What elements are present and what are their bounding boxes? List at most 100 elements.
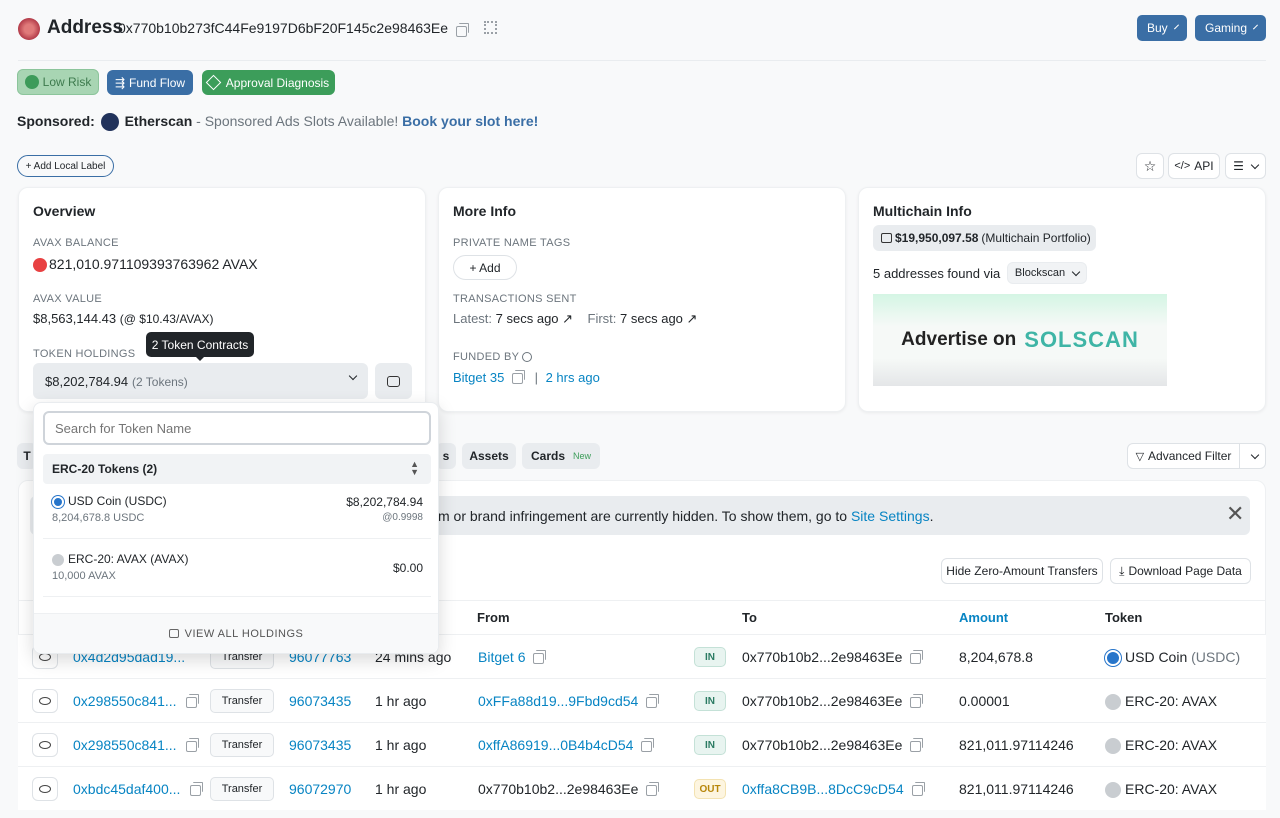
add-local-label-button[interactable]: + Add Local Label <box>17 155 114 177</box>
copy-icon[interactable] <box>186 737 200 752</box>
from-link[interactable]: Bitget 6 <box>478 649 525 665</box>
direction-badge: IN <box>694 735 726 755</box>
notice-text-wrap: m or brand infringement are currently hi… <box>438 508 933 524</box>
header-to: To <box>742 610 757 625</box>
site-settings-link[interactable]: Site Settings <box>851 508 930 524</box>
sort-icon[interactable]: ▲ ▼ <box>410 460 419 477</box>
token-holdings-view-button[interactable] <box>375 363 412 399</box>
from-link[interactable]: 0xFFa88d19...9Fbd9cd54 <box>478 693 638 709</box>
blockscan-select[interactable]: Blockscan <box>1007 262 1087 284</box>
tx-hash-link[interactable]: 0x298550c841... <box>73 737 177 753</box>
tab-assets[interactable]: Assets <box>462 443 516 469</box>
token-name-wrap: ERC-20: AVAX (AVAX) <box>52 552 188 566</box>
method-badge: Transfer <box>210 733 274 757</box>
low-risk-badge[interactable]: Low Risk <box>17 69 99 95</box>
copy-icon[interactable] <box>186 693 200 708</box>
cards-label: Cards <box>530 449 565 463</box>
copy-icon[interactable] <box>511 370 525 385</box>
tab-cards[interactable]: Cards New <box>522 443 600 469</box>
arrow-up-right-icon[interactable]: ↗ <box>687 311 698 326</box>
qr-code-icon[interactable] <box>484 21 497 34</box>
eye-icon[interactable] <box>32 733 58 757</box>
holdings-count: (2 Tokens) <box>132 375 188 389</box>
buy-button[interactable]: Buy <box>1137 15 1187 41</box>
addresses-found: 5 addresses found via <box>873 266 1001 281</box>
ad-text: Advertise on <box>901 329 1017 350</box>
coins-icon <box>168 629 179 638</box>
token-name: USD Coin (USDC) <box>68 494 167 508</box>
header-amount[interactable]: Amount <box>959 610 1008 625</box>
funded-time-link[interactable]: 2 hrs ago <box>546 370 600 385</box>
gaming-button[interactable]: Gaming <box>1195 15 1266 41</box>
token-cell[interactable]: ERC-20: AVAX <box>1105 781 1217 799</box>
book-slot-link[interactable]: Book your slot here! <box>402 113 538 129</box>
help-icon[interactable] <box>522 352 533 363</box>
approval-diagnosis-button[interactable]: Approval Diagnosis <box>202 70 335 95</box>
first-value[interactable]: 7 secs ago <box>620 311 683 326</box>
table-row: 0x298550c841... Transfer 96073435 1 hr a… <box>18 722 1266 766</box>
eye-icon[interactable] <box>32 777 58 801</box>
sponsored-text: - Sponsored Ads Slots Available! <box>196 113 399 129</box>
solscan-ad-banner[interactable]: Advertise on SOLSCAN <box>873 294 1167 386</box>
token-cell[interactable]: ERC-20: AVAX <box>1105 693 1217 711</box>
tx-hash-link[interactable]: 0x298550c841... <box>73 693 177 709</box>
multichain-title: Multichain Info <box>873 203 972 219</box>
token-item-avax[interactable]: ERC-20: AVAX (AVAX) 10,000 AVAX $0.00 <box>43 545 431 597</box>
eye-icon[interactable] <box>32 689 58 713</box>
close-icon[interactable]: ✕ <box>1226 503 1244 525</box>
copy-icon[interactable] <box>646 781 660 796</box>
more-options-button[interactable]: ☰ <box>1225 153 1266 179</box>
token-item-usdc[interactable]: USD Coin (USDC) 8,204,678.8 USDC $8,202,… <box>43 487 431 539</box>
value-rate: (@ $10.43/AVAX) <box>119 312 214 326</box>
copy-address-icon[interactable] <box>456 23 469 38</box>
api-button[interactable]: </> API <box>1168 153 1220 179</box>
copy-icon[interactable] <box>910 693 924 708</box>
erc20-group-header[interactable]: ERC-20 Tokens (2) ▲ ▼ <box>43 454 431 484</box>
age: 1 hr ago <box>375 781 427 797</box>
hash-cell: 0xbdc45daf400... <box>73 781 204 797</box>
block-link[interactable]: 96073435 <box>289 737 351 753</box>
view-all-holdings-footer[interactable]: VIEW ALL HOLDINGS <box>34 613 438 653</box>
copy-icon[interactable] <box>910 649 924 664</box>
header-divider <box>18 60 1266 61</box>
arrow-up-right-icon[interactable]: ↗ <box>562 311 573 326</box>
download-page-data-button[interactable]: ⤓ Download Page Data <box>1110 558 1251 584</box>
to-cell: 0x770b10b2...2e98463Ee <box>742 737 924 753</box>
first-label: First: <box>587 311 617 326</box>
latest-value[interactable]: 7 secs ago <box>496 311 559 326</box>
copy-icon[interactable] <box>911 781 925 796</box>
token-holdings-select[interactable]: $8,202,784.94 (2 Tokens) <box>33 363 368 399</box>
buy-label: Buy <box>1147 21 1168 35</box>
page-title: Address <box>47 17 124 38</box>
block-link[interactable]: 96073435 <box>289 693 351 709</box>
multichain-portfolio-badge[interactable]: $19,950,097.58 (Multichain Portfolio) <box>873 225 1096 251</box>
add-tag-button[interactable]: + Add <box>453 255 517 280</box>
tx-hash-link[interactable]: 0xbdc45daf400... <box>73 781 180 797</box>
to-link[interactable]: 0xffa8CB9B...8DcC9cD54 <box>742 781 904 797</box>
advanced-filter-button[interactable]: ▽ Advanced Filter <box>1127 443 1240 469</box>
token-search-input[interactable] <box>43 411 431 445</box>
fund-flow-button[interactable]: ⇶ Fund Flow <box>107 70 193 95</box>
token-rate: @0.9998 <box>382 512 423 523</box>
gaming-label: Gaming <box>1204 21 1248 35</box>
copy-icon[interactable] <box>646 693 660 708</box>
copy-icon[interactable] <box>910 737 924 752</box>
favorite-button[interactable]: ☆ <box>1136 153 1164 179</box>
direction-badge: IN <box>694 647 726 667</box>
from-cell: 0x770b10b2...2e98463Ee <box>478 781 660 797</box>
tab-partial[interactable]: s <box>436 443 456 469</box>
copy-icon[interactable] <box>190 781 204 796</box>
star-icon: ☆ <box>1143 157 1157 174</box>
funded-by-link[interactable]: Bitget 35 <box>453 370 504 385</box>
hide-zero-amount-button[interactable]: Hide Zero-Amount Transfers <box>941 558 1103 584</box>
token-cell[interactable]: ERC-20: AVAX <box>1105 737 1217 755</box>
advanced-filter-dropdown[interactable] <box>1240 443 1266 469</box>
from-link[interactable]: 0xffA86919...0B4b4cD54 <box>478 737 633 753</box>
api-label: API <box>1194 159 1214 173</box>
token-cell[interactable]: USD Coin (USDC) <box>1105 649 1240 667</box>
method-badge: Transfer <box>210 777 274 801</box>
block-link[interactable]: 96072970 <box>289 781 351 797</box>
download-label: Download Page Data <box>1128 564 1242 578</box>
copy-icon[interactable] <box>641 737 655 752</box>
copy-icon[interactable] <box>533 649 547 664</box>
